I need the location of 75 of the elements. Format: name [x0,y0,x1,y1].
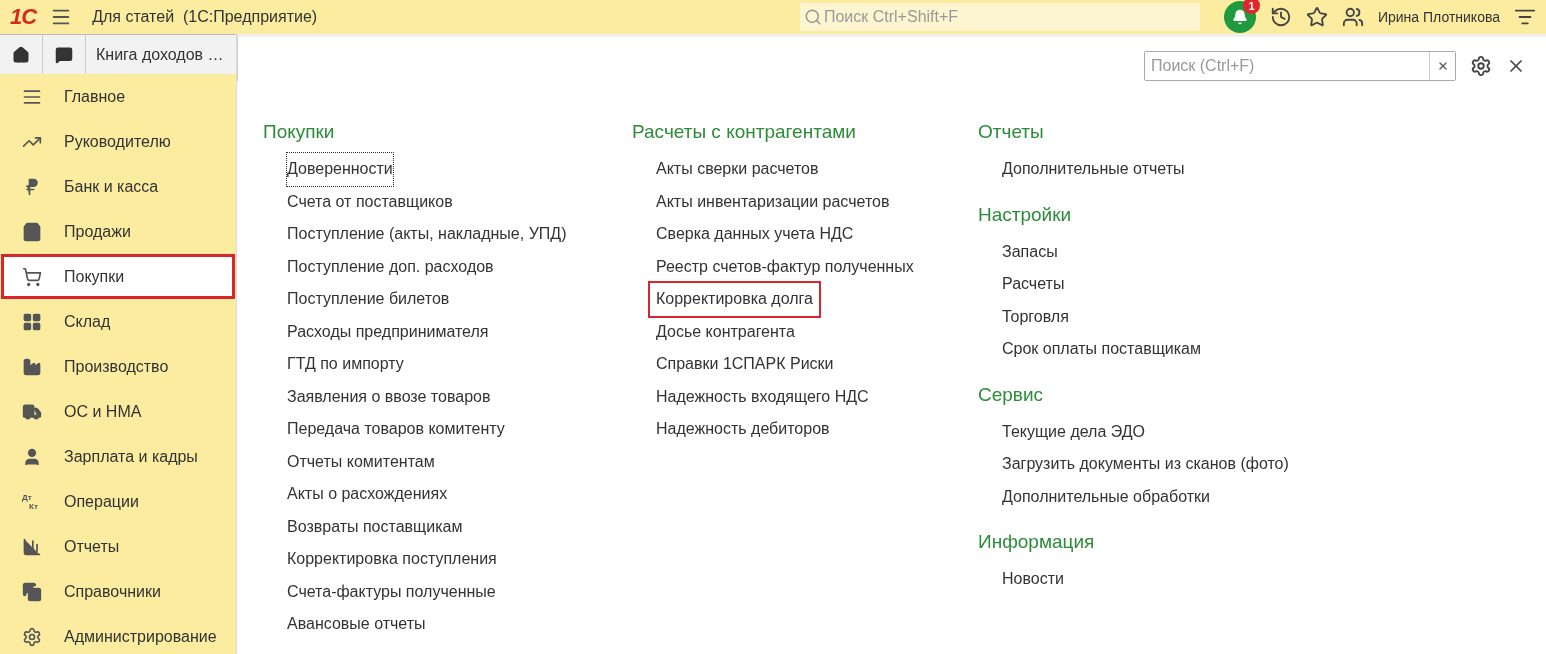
person-icon [22,446,42,467]
factory-icon [22,356,42,377]
menu-link[interactable]: Заявления о ввозе товаров [287,380,491,413]
chat-button[interactable] [43,35,86,74]
tab[interactable]: Книга доходов … [86,35,236,74]
logo: 1С [10,4,37,30]
sidebar-item[interactable]: Отчеты [1,524,235,569]
sidebar-item[interactable]: ОС и НМА [1,389,235,434]
menu-link[interactable]: ГТД по импорту [287,348,404,381]
menu-link[interactable]: Возвраты поставщикам [287,510,463,543]
menu-link[interactable]: Счета от поставщиков [287,185,453,218]
sidebar-item[interactable]: Продажи [1,209,235,254]
user-name: Ирина Плотникова [1377,9,1500,25]
menu-link[interactable]: Расходы предпринимателя [287,315,489,348]
sidebar-item[interactable]: Руководителю [1,119,235,164]
menu-link[interactable]: Корректировка поступления [287,543,497,576]
menu-link[interactable]: Счета-фактуры полученные [287,575,496,608]
section-title: Сервис [978,383,1045,406]
menu-link[interactable]: Акты о расхождениях [287,478,448,511]
settings-icon[interactable] [1470,55,1492,77]
menu-link[interactable]: Передача товаров комитенту [287,413,505,446]
menu-link[interactable]: Дополнительные отчеты [1002,153,1185,186]
menu-link[interactable]: Доверенности [287,153,393,186]
menu-link[interactable]: Сверка данных учета НДС [656,218,854,251]
dt-kt-icon: Дт Кт [22,492,42,511]
menu-link[interactable]: Реестр счетов-фактур полученных [656,250,914,283]
sidebar-item[interactable]: Главное [1,74,235,119]
menu-link[interactable]: Загрузить документы из сканов (фото) [1002,448,1289,481]
grid-icon [22,311,42,332]
chat-icon [55,45,73,64]
section-title: Расчеты с контрагентами [632,121,857,143]
window-title: Для статей (1С:Предприятие) [92,8,318,26]
menu-link[interactable]: Авансовые отчеты [287,608,426,641]
menu-link[interactable]: Текущие дела ЭДО [1002,415,1146,448]
sidebar-item[interactable]: Покупки [1,254,235,299]
menu-link[interactable]: Надежность входящего НДС [656,380,869,413]
menu-link[interactable]: Расчеты [1002,268,1065,301]
section-title: Отчеты [978,121,1045,143]
clear-icon [1436,60,1449,72]
sidebar-item[interactable]: Справочники [1,569,235,614]
sidebar-item[interactable]: Банк и касса [1,164,235,209]
menu-link[interactable]: Акты инвентаризации расчетов [656,185,890,218]
documents-icon [22,581,42,602]
cart-icon [22,266,42,287]
bell-icon [1231,9,1248,25]
menu-link[interactable]: Надежность дебиторов [656,413,830,446]
sidebar-item[interactable]: Администрирование [1,614,235,654]
menu-link[interactable]: Срок оплаты поставщикам [1002,333,1201,366]
sidebar-item[interactable]: Зарплата и кадры [1,434,235,479]
menu-link[interactable]: Акты сверки расчетов [656,153,819,186]
menu-link[interactable]: Досье контрагента [656,315,795,348]
star-icon[interactable] [1305,6,1328,28]
sidebar-item[interactable]: Производство [1,344,235,389]
history-icon[interactable] [1269,6,1292,28]
menu-link[interactable]: Поступление доп. расходов [287,250,494,283]
section-title: Информация [978,531,1096,553]
users-icon[interactable] [1341,6,1364,28]
section-title: Покупки [263,121,336,143]
menu-link[interactable]: Поступление билетов [287,283,450,316]
section-title: Настройки [978,203,1073,226]
gear-icon [22,626,42,647]
home-icon [12,45,30,64]
menu-link[interactable]: Поступление (акты, накладные, УПД) [287,218,567,251]
sidebar-item[interactable]: Дт Кт Операции [1,479,235,524]
menu-link[interactable]: Торговля [1002,300,1069,333]
menu-link[interactable]: Новости [1002,563,1064,596]
menu-link[interactable]: Отчеты комитентам [287,445,435,478]
menu-link[interactable]: Корректировка долга [650,283,819,316]
home-button[interactable] [0,35,43,74]
search-icon [803,8,822,26]
menu-link[interactable]: Дополнительные обработки [1002,480,1210,513]
sidebar-item[interactable]: Склад [1,299,235,344]
menu-link[interactable]: Справки 1СПАРК Риски [656,348,834,381]
menu-link[interactable]: Запасы [1002,235,1058,268]
notification-count: 1 [1242,0,1260,14]
